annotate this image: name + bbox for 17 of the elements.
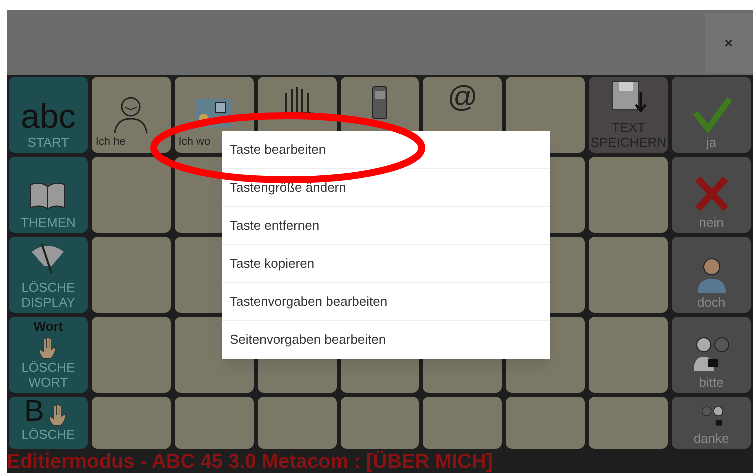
key-label: doch (697, 295, 726, 310)
key-label: bitte (699, 375, 724, 390)
key-label: LÖSCHE WORT (20, 360, 76, 390)
symbol-glyph: B (24, 397, 44, 427)
key-label: LÖSCHE DISPLAY (20, 280, 76, 310)
symbol-glyph: abc (21, 99, 76, 135)
key-label: ja (706, 135, 717, 150)
key-label: THEMEN (20, 215, 76, 230)
key-label: Ich wo (178, 135, 211, 150)
key-label: Ich he (94, 135, 126, 150)
key-label: START (28, 135, 70, 150)
symbol-glyph: Wort (34, 320, 64, 334)
key-label: nein (699, 215, 724, 230)
key-label: danke (694, 431, 730, 446)
key-label: LÖSCHE (22, 427, 76, 442)
status-text: Editiermodus - ABC 45 3.0 Metacom : [ÜBER MICH] (7, 452, 493, 472)
symbol-glyph: @ (448, 83, 478, 113)
